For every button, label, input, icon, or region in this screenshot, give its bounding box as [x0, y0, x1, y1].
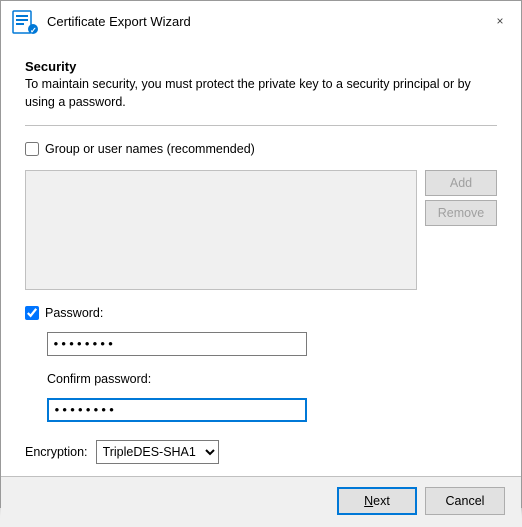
encryption-label: Encryption:: [25, 445, 88, 459]
close-button[interactable]: ×: [487, 8, 513, 34]
encryption-select[interactable]: TripleDES-SHA1 AES256-SHA256: [96, 440, 219, 464]
title-bar-left: ✓ Certificate Export Wizard: [11, 7, 191, 35]
password-checkbox[interactable]: [25, 306, 39, 320]
group-list: [25, 170, 417, 290]
dialog-title: Certificate Export Wizard: [47, 14, 191, 29]
remove-button[interactable]: Remove: [425, 200, 497, 226]
divider: [25, 125, 497, 126]
main-content: Security To maintain security, you must …: [1, 41, 521, 476]
security-section: Security To maintain security, you must …: [25, 59, 497, 111]
group-checkbox[interactable]: [25, 142, 39, 156]
footer: Next Cancel: [1, 476, 521, 527]
group-checkbox-row: Group or user names (recommended): [25, 142, 497, 156]
cancel-button[interactable]: Cancel: [425, 487, 505, 515]
password-label[interactable]: Password:: [45, 306, 103, 320]
certificate-export-wizard-dialog: ✓ Certificate Export Wizard × Security T…: [0, 0, 522, 508]
section-title: Security: [25, 59, 497, 74]
group-panel: Add Remove: [25, 170, 497, 290]
confirm-password-input[interactable]: [47, 398, 307, 422]
section-description: To maintain security, you must protect t…: [25, 76, 497, 111]
wizard-icon: ✓: [11, 7, 39, 35]
group-buttons: Add Remove: [425, 170, 497, 290]
title-bar: ✓ Certificate Export Wizard ×: [1, 1, 521, 41]
add-button[interactable]: Add: [425, 170, 497, 196]
encryption-row: Encryption: TripleDES-SHA1 AES256-SHA256: [25, 440, 497, 464]
next-button[interactable]: Next: [337, 487, 417, 515]
wizard-icon-svg: ✓: [11, 7, 39, 35]
group-checkbox-label[interactable]: Group or user names (recommended): [45, 142, 255, 156]
confirm-password-label: Confirm password:: [47, 372, 497, 386]
password-checkbox-row: Password:: [25, 306, 497, 320]
svg-text:✓: ✓: [30, 26, 37, 35]
password-input[interactable]: [47, 332, 307, 356]
